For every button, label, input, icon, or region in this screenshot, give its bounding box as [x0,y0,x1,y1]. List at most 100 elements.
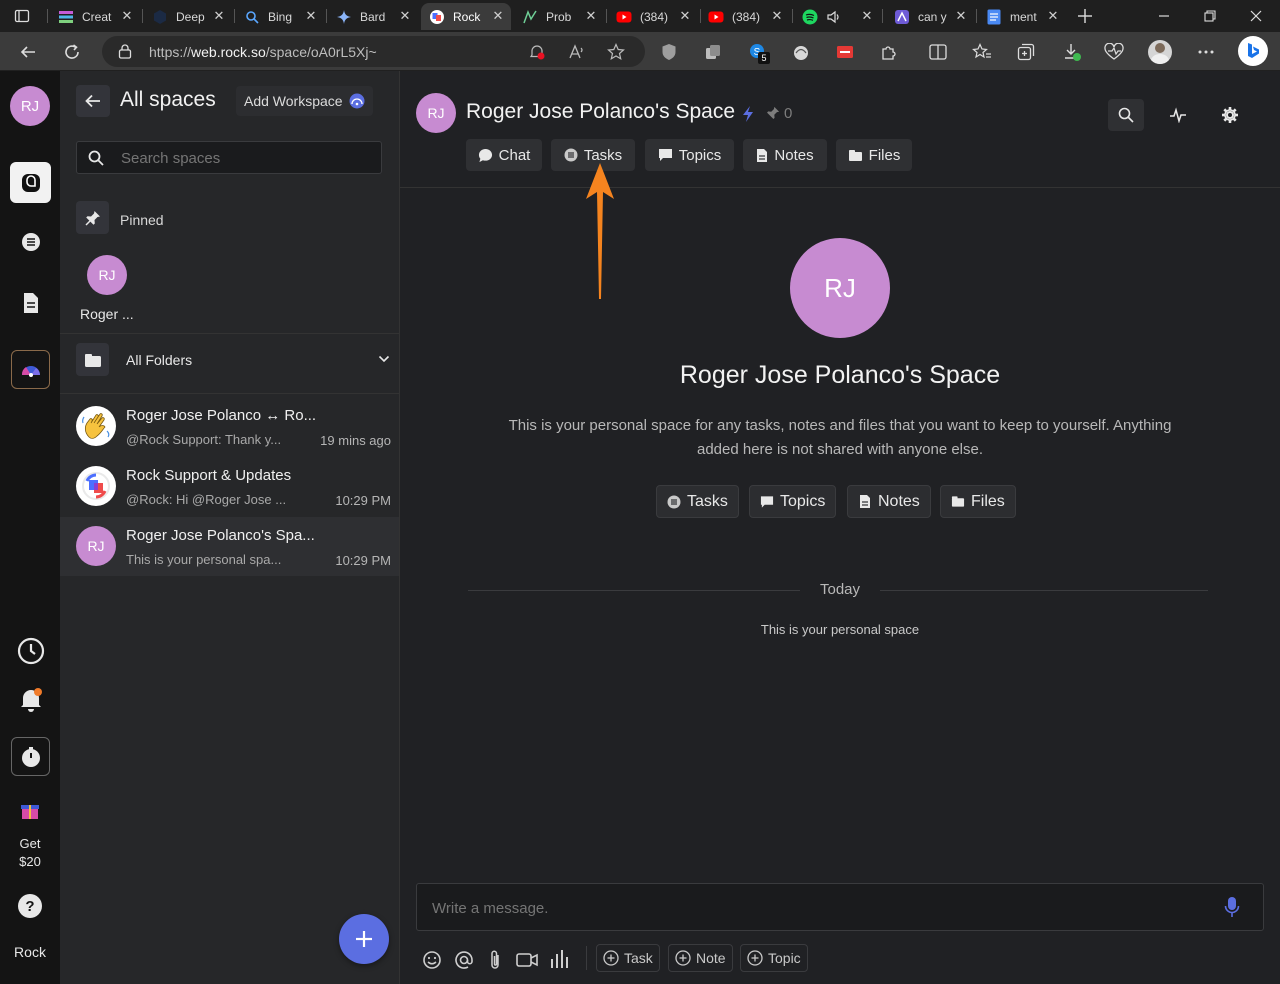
pinned-space-avatar[interactable]: RJ [87,255,127,295]
profile-avatar[interactable] [1146,38,1174,66]
back-icon[interactable] [14,38,42,66]
tab-files[interactable]: Files [836,139,912,171]
rail-notifications-button[interactable] [10,679,51,720]
activity-icon[interactable] [1169,107,1187,123]
refresh-icon[interactable] [58,38,86,66]
rail-history-button[interactable] [10,630,51,671]
search-button[interactable] [1108,99,1144,131]
create-space-button[interactable] [339,914,389,964]
favorites-icon[interactable] [968,38,996,66]
search-input[interactable] [121,147,371,169]
close-tab-icon[interactable]: ✕ [770,9,784,23]
close-tab-icon[interactable]: ✕ [584,9,598,23]
favorite-star-icon[interactable] [607,43,625,61]
tab-chat[interactable]: Chat [466,139,542,171]
poll-icon[interactable] [550,949,568,969]
close-tab-icon[interactable]: ✕ [860,9,874,23]
browser-tab-active[interactable]: Rock ✕ [421,3,511,30]
rail-focus-timer-button[interactable] [11,737,50,776]
mention-icon[interactable] [454,950,474,970]
extension-with-badge-icon[interactable]: S 5 [744,38,772,66]
extensions-puzzle-icon[interactable] [875,38,903,66]
close-tab-icon[interactable]: ✕ [491,9,505,23]
conversation-item-active[interactable]: RJ Roger Jose Polanco's Spa... This is y… [60,517,399,576]
lightning-icon[interactable] [742,106,754,122]
browser-tab[interactable]: (384) ✕ [608,3,698,30]
annotation-arrow [584,161,616,301]
lock-icon[interactable] [118,43,132,59]
notifications-blocked-icon[interactable] [528,43,546,61]
rock-logo-icon [82,472,110,500]
tab-actions-icon[interactable] [14,8,30,24]
conversation-name: Rock Support & Updates [126,467,292,484]
close-tab-icon[interactable]: ✕ [1046,9,1060,23]
video-call-icon[interactable] [516,952,538,968]
quick-topics-button[interactable]: Topics [749,485,837,518]
add-workspace-button[interactable]: Add Workspace [236,86,373,116]
chevron-down-icon[interactable] [378,355,390,363]
restore-icon[interactable] [1204,10,1216,22]
shell-extension-icon[interactable] [787,38,815,66]
rail-workspace-button[interactable] [11,350,50,389]
close-tab-icon[interactable]: ✕ [212,9,226,23]
browser-tab[interactable]: can y ✕ [886,3,974,30]
speaker-icon[interactable] [826,9,842,25]
close-tab-icon[interactable]: ✕ [304,9,318,23]
composer-task-button[interactable]: Task [596,944,660,972]
browser-tab[interactable]: ✕ [794,3,880,30]
minimize-icon[interactable] [1158,10,1170,22]
new-tab-icon[interactable] [1077,8,1093,24]
user-avatar[interactable]: RJ [10,86,50,126]
composer-topic-button[interactable]: Topic [740,944,808,972]
tab-topics[interactable]: Topics [645,139,734,171]
split-screen-icon[interactable] [924,38,952,66]
conversation-item[interactable]: Roger Jose Polanco ↔ Ro... @Rock Support… [60,397,399,456]
red-extension-icon[interactable] [831,38,859,66]
gift-icon[interactable] [20,800,40,820]
settings-gear-icon[interactable] [1221,106,1239,124]
downloads-icon[interactable] [1058,38,1086,66]
quick-files-button[interactable]: Files [940,485,1016,518]
close-tab-icon[interactable]: ✕ [954,9,968,23]
browser-tab[interactable]: Bing ✕ [236,3,324,30]
close-tab-icon[interactable]: ✕ [120,9,134,23]
browser-tab[interactable]: ment ✕ [978,3,1066,30]
microphone-icon[interactable] [1224,896,1240,918]
browser-tab[interactable]: Creat ✕ [50,3,140,30]
composer-note-button[interactable]: Note [668,944,733,972]
copy-extension-icon[interactable] [699,38,727,66]
quick-notes-button[interactable]: Notes [847,485,931,518]
close-tab-icon[interactable]: ✕ [678,9,692,23]
conversation-item[interactable]: Rock Support & Updates @Rock: Hi @Roger … [60,457,399,516]
space-header-avatar[interactable]: RJ [416,93,456,133]
rail-spaces-button[interactable] [10,162,51,203]
all-folders-label[interactable]: All Folders [126,352,192,368]
performance-icon[interactable] [1100,38,1128,66]
browser-tab[interactable]: Bard ✕ [328,3,418,30]
pinned-space-name[interactable]: Roger ... [80,306,134,322]
bing-copilot-icon[interactable] [1238,36,1268,66]
collections-icon[interactable] [1012,38,1040,66]
referral-promo[interactable]: Get $20 [0,835,60,871]
close-window-icon[interactable] [1250,10,1262,22]
message-input[interactable] [432,897,1192,919]
tab-notes[interactable]: Notes [743,139,827,171]
browser-tab[interactable]: (384) ✕ [700,3,790,30]
quick-tasks-button[interactable]: Tasks [656,485,739,518]
emoji-icon[interactable] [422,950,442,970]
more-options-icon[interactable] [1192,38,1220,66]
address-bar[interactable]: https://web.rock.so/space/oA0rL5Xj~ [102,36,645,67]
shield-extension-icon[interactable] [655,38,683,66]
back-button[interactable] [76,85,110,117]
search-spaces-box[interactable] [76,141,382,174]
rail-notes-button[interactable] [10,282,51,323]
help-icon[interactable]: ? [17,893,43,919]
read-aloud-icon[interactable] [568,43,586,61]
message-composer[interactable] [416,883,1264,931]
browser-tab[interactable]: Prob ✕ [514,3,604,30]
attachment-icon[interactable] [488,949,502,971]
close-tab-icon[interactable]: ✕ [398,9,412,23]
browser-tab[interactable]: Deep ✕ [144,3,232,30]
pin-count-icon[interactable] [766,106,780,120]
rail-tasks-button[interactable] [10,221,51,262]
